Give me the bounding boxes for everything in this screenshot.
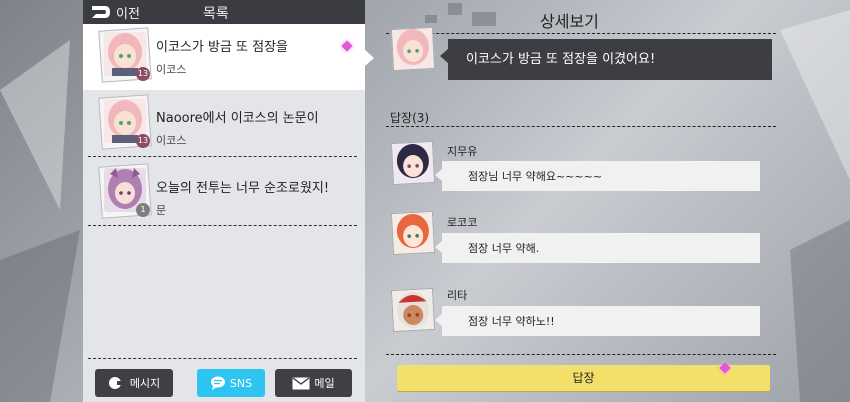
reply-bubble: 점장님 너무 약해요~~~~~: [435, 161, 760, 191]
reply-button[interactable]: 답장: [397, 365, 770, 391]
list-item[interactable]: 1 오늘의 전투는 너무 순조로웠지! 문: [83, 160, 365, 226]
reply-author: 리타: [447, 289, 468, 302]
avatar: [390, 287, 436, 333]
back-button-label: 이전: [116, 6, 140, 22]
main-message-bubble: 이코스가 방금 또 점장을 이겼어요!: [440, 39, 772, 80]
reply-bubble: 점장 너무 약해.: [435, 233, 760, 263]
unread-count-badge: 1: [136, 203, 150, 217]
detail-panel: 상세보기 이코스가 방금 또 점장을 이겼어요! 답장(3) 지무유 점장님 너…: [370, 0, 780, 402]
message-sender: 문: [156, 204, 167, 217]
divider: [386, 126, 776, 127]
divider: [386, 354, 776, 355]
divider: [386, 33, 776, 34]
list-item[interactable]: 13 이코스가 방금 또 점장을 이코스: [83, 24, 365, 90]
list-item[interactable]: 13 Naoore에서 이코스의 논문이 이코스: [83, 91, 365, 157]
reply-author: 로코코: [447, 216, 478, 229]
reply-bubble: 점장 너무 약하노!!: [435, 306, 760, 336]
tab-message[interactable]: 메시지: [95, 369, 173, 397]
message-list-panel: 이전 목록 13 이코스가 방금 또 점장을 이코스 13 Naoore에서 이…: [83, 0, 374, 402]
tab-mail-label: 메일: [314, 377, 335, 390]
message-sender: 이코스: [156, 63, 187, 76]
speech-bubble-icon: [210, 376, 225, 390]
tab-sns-label: SNS: [229, 376, 253, 390]
unread-count-badge: 13: [136, 67, 150, 81]
unread-indicator-icon: [341, 40, 353, 52]
avatar: [390, 26, 436, 72]
reply-author: 지무유: [447, 145, 478, 158]
reply-count: 답장(3): [390, 111, 430, 125]
tab-sns[interactable]: SNS: [197, 369, 265, 397]
envelope-icon: [292, 376, 310, 389]
unread-count-badge: 13: [136, 134, 150, 148]
chat-mascot-icon: [108, 377, 124, 389]
tab-mail[interactable]: 메일: [275, 369, 352, 397]
avatar: [390, 140, 436, 186]
avatar: [390, 210, 436, 256]
avatar: 13: [98, 27, 152, 83]
tab-message-label: 메시지: [129, 377, 161, 390]
list-header: 이전 목록: [83, 0, 365, 24]
message-title: Naoore에서 이코스의 논문이: [156, 111, 319, 126]
avatar: 1: [98, 163, 152, 219]
message-sender: 이코스: [156, 134, 187, 147]
list-title: 목록: [203, 6, 229, 22]
back-logo-icon: [92, 6, 110, 18]
message-title: 이코스가 방금 또 점장을: [156, 40, 288, 55]
page-title: 상세보기: [540, 12, 599, 31]
message-title: 오늘의 전투는 너무 순조로웠지!: [156, 181, 330, 196]
divider: [88, 358, 357, 359]
back-button[interactable]: 이전: [91, 3, 140, 22]
avatar: 13: [98, 94, 152, 150]
